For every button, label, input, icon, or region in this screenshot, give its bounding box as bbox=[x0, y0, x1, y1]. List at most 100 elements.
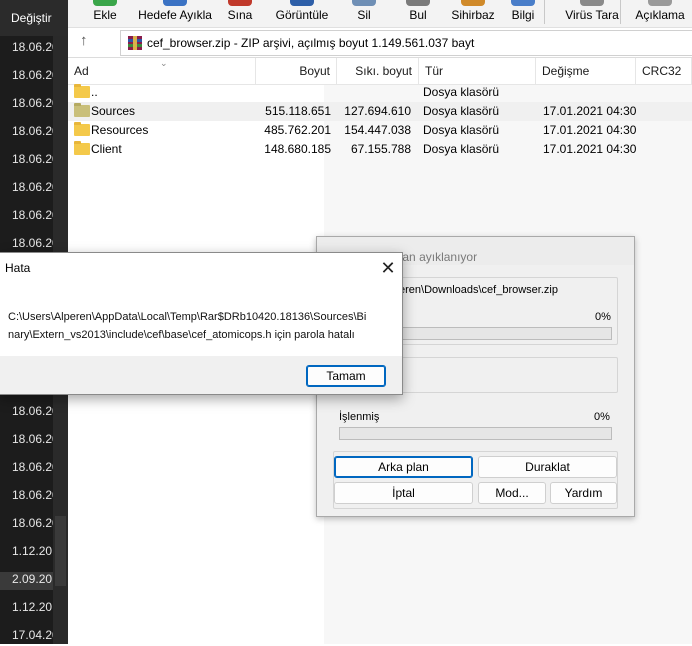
toolbar-button-label: Görüntüle bbox=[275, 8, 329, 22]
date-list-item[interactable]: 18.06.20 bbox=[12, 488, 56, 506]
add-icon bbox=[93, 0, 117, 6]
column-header[interactable]: Tür bbox=[419, 58, 536, 84]
table-row[interactable]: Sources 515.118.651 127.694.610 Dosya klasö… bbox=[68, 102, 692, 121]
error-dialog-titlebar[interactable]: Hata ✕ bbox=[0, 253, 402, 284]
error-message-line-1: C:\Users\Alperen\AppData\Local\Temp\Rar$… bbox=[8, 311, 367, 323]
toolbar-button-label: Sına bbox=[227, 8, 253, 22]
toolbar-button-add[interactable]: Ekle bbox=[82, 0, 128, 28]
comment-icon bbox=[648, 0, 672, 6]
cell-name: Sources bbox=[91, 104, 136, 118]
error-dialog: Hata ✕ C:\Users\Alperen\AppData\Local\Te… bbox=[0, 252, 403, 395]
cell-size: 148.680.185 bbox=[264, 142, 331, 156]
address-text: cef_browser.zip - ZIP arşivi, açılmış bo… bbox=[147, 36, 475, 50]
folder-icon bbox=[74, 103, 90, 117]
folder-icon bbox=[74, 122, 90, 136]
column-header[interactable]: Sıkı. boyut bbox=[337, 58, 419, 84]
cell-type: Dosya klasörü bbox=[423, 85, 500, 99]
delete-icon bbox=[352, 0, 376, 6]
date-list-item[interactable]: 2.09.20 bbox=[0, 572, 53, 590]
cell-size: 485.762.201 bbox=[264, 123, 331, 137]
date-list-item[interactable]: 17.04.20 bbox=[12, 628, 56, 646]
ok-button[interactable]: Tamam bbox=[306, 365, 386, 387]
table-row[interactable]: Client 148.680.185 67.155.788 Dosya klasörü… bbox=[68, 140, 692, 159]
column-header[interactable]: CRC32 bbox=[636, 58, 692, 84]
test-icon bbox=[228, 0, 252, 6]
folder-icon bbox=[74, 84, 90, 98]
background-button[interactable]: Arka plan bbox=[334, 456, 473, 478]
processed-percent: 0% bbox=[594, 411, 610, 423]
date-list-item[interactable]: 18.06.20 bbox=[12, 516, 56, 534]
date-list-item[interactable]: 1.12.20 bbox=[12, 600, 56, 618]
column-header[interactable]: Boyut bbox=[256, 58, 337, 84]
archive-path: eren\Downloads\cef_browser.zip bbox=[399, 284, 558, 296]
cell-name: Client bbox=[91, 142, 122, 156]
toolbar-button-test[interactable]: Sına bbox=[218, 0, 262, 28]
column-header-modified[interactable]: Değiştir bbox=[0, 0, 68, 36]
view-icon bbox=[290, 0, 314, 6]
toolbar-button-label: Virüs Tara bbox=[565, 8, 619, 22]
processed-label: İşlenmiş bbox=[339, 411, 380, 423]
toolbar-button-label: Sil bbox=[357, 8, 371, 22]
toolbar-button-label: Hedefe Ayıkla bbox=[138, 8, 212, 22]
toolbar-button-comment[interactable]: Açıklama bbox=[628, 0, 692, 28]
toolbar-button-label: Ekle bbox=[93, 8, 117, 22]
date-list-item[interactable]: 18.06.20 bbox=[12, 404, 56, 422]
help-button[interactable]: Yardım bbox=[550, 482, 617, 504]
date-list-item[interactable]: 18.06.20 bbox=[12, 40, 56, 58]
error-dialog-body: C:\Users\Alperen\AppData\Local\Temp\Rar$… bbox=[0, 284, 402, 356]
date-list-item[interactable]: 18.06.20 bbox=[12, 432, 56, 450]
date-list-item[interactable]: 18.06.20 bbox=[12, 124, 56, 142]
folder-icon bbox=[74, 141, 90, 155]
cell-size: 515.118.651 bbox=[265, 104, 331, 118]
mode-button[interactable]: Mod... bbox=[478, 482, 546, 504]
cell-type: Dosya klasörü bbox=[423, 123, 500, 137]
date-list-item[interactable]: 18.06.20 bbox=[12, 180, 56, 198]
toolbar-button-label: Bul bbox=[409, 8, 427, 22]
close-icon[interactable]: ✕ bbox=[374, 255, 402, 282]
cell-type: Dosya klasörü bbox=[423, 142, 500, 156]
toolbar-button-extract[interactable]: Hedefe Ayıkla bbox=[132, 0, 218, 28]
archive-percent: 0% bbox=[595, 311, 611, 323]
info-icon bbox=[511, 0, 535, 6]
zip-archive-icon bbox=[128, 36, 142, 50]
table-row[interactable]: Resources 485.762.201 154.447.038 Dosya kla… bbox=[68, 121, 692, 140]
error-dialog-footer: Tamam bbox=[0, 356, 402, 394]
toolbar-button-wizard[interactable]: Sihirbaz bbox=[444, 0, 502, 28]
cell-packed: 154.447.038 bbox=[344, 123, 411, 137]
toolbar: Ekle Hedefe Ayıkla Sına Görüntüle Sil Bul Sihi… bbox=[68, 0, 692, 28]
toolbar-button-find[interactable]: Bul bbox=[398, 0, 438, 28]
address-bar: ↑ cef_browser.zip - ZIP arşivi, açılmış … bbox=[68, 28, 692, 58]
cell-name: Resources bbox=[91, 123, 149, 137]
cell-name: .. bbox=[91, 85, 98, 99]
extract-icon bbox=[163, 0, 187, 6]
virus-scan-icon bbox=[580, 0, 604, 6]
table-row[interactable]: .. Dosya klasörü bbox=[68, 83, 692, 102]
cancel-button[interactable]: İptal bbox=[334, 482, 473, 504]
cell-modified: 17.01.2021 04:30 bbox=[543, 123, 637, 137]
date-list-item[interactable]: 18.06.20 bbox=[12, 96, 56, 114]
error-message-line-2: nary\Extern_vs2013\include\cef\base\cef_… bbox=[8, 329, 355, 341]
processed-progress-bar bbox=[339, 427, 612, 440]
toolbar-separator bbox=[620, 0, 621, 24]
scrollbar-thumb[interactable] bbox=[55, 516, 66, 586]
toolbar-button-info[interactable]: Bilgi bbox=[498, 0, 548, 28]
pause-button[interactable]: Duraklat bbox=[478, 456, 617, 478]
date-list-item[interactable]: 18.06.20 bbox=[12, 68, 56, 86]
toolbar-button-label: Sihirbaz bbox=[451, 8, 495, 22]
toolbar-button-delete[interactable]: Sil bbox=[344, 0, 384, 28]
column-header[interactable]: Değişme bbox=[536, 58, 636, 84]
date-list-item[interactable]: 18.06.20 bbox=[12, 460, 56, 478]
date-list-item[interactable]: 1.12.20 bbox=[12, 544, 56, 562]
error-dialog-title: Hata bbox=[5, 261, 31, 275]
find-icon bbox=[406, 0, 430, 6]
up-arrow-icon[interactable]: ↑ bbox=[80, 32, 88, 49]
toolbar-button-virus-scan[interactable]: Virüs Tara bbox=[554, 0, 630, 28]
cell-packed: 127.694.610 bbox=[344, 104, 411, 118]
toolbar-button-view[interactable]: Görüntüle bbox=[264, 0, 340, 28]
address-field[interactable]: cef_browser.zip - ZIP arşivi, açılmış bo… bbox=[120, 30, 692, 56]
wizard-icon bbox=[461, 0, 485, 6]
cell-type: Dosya klasörü bbox=[423, 104, 500, 118]
toolbar-button-label: Açıklama bbox=[635, 8, 685, 22]
date-list-item[interactable]: 18.06.20 bbox=[12, 152, 56, 170]
date-list-item[interactable]: 18.06.20 bbox=[12, 208, 56, 226]
